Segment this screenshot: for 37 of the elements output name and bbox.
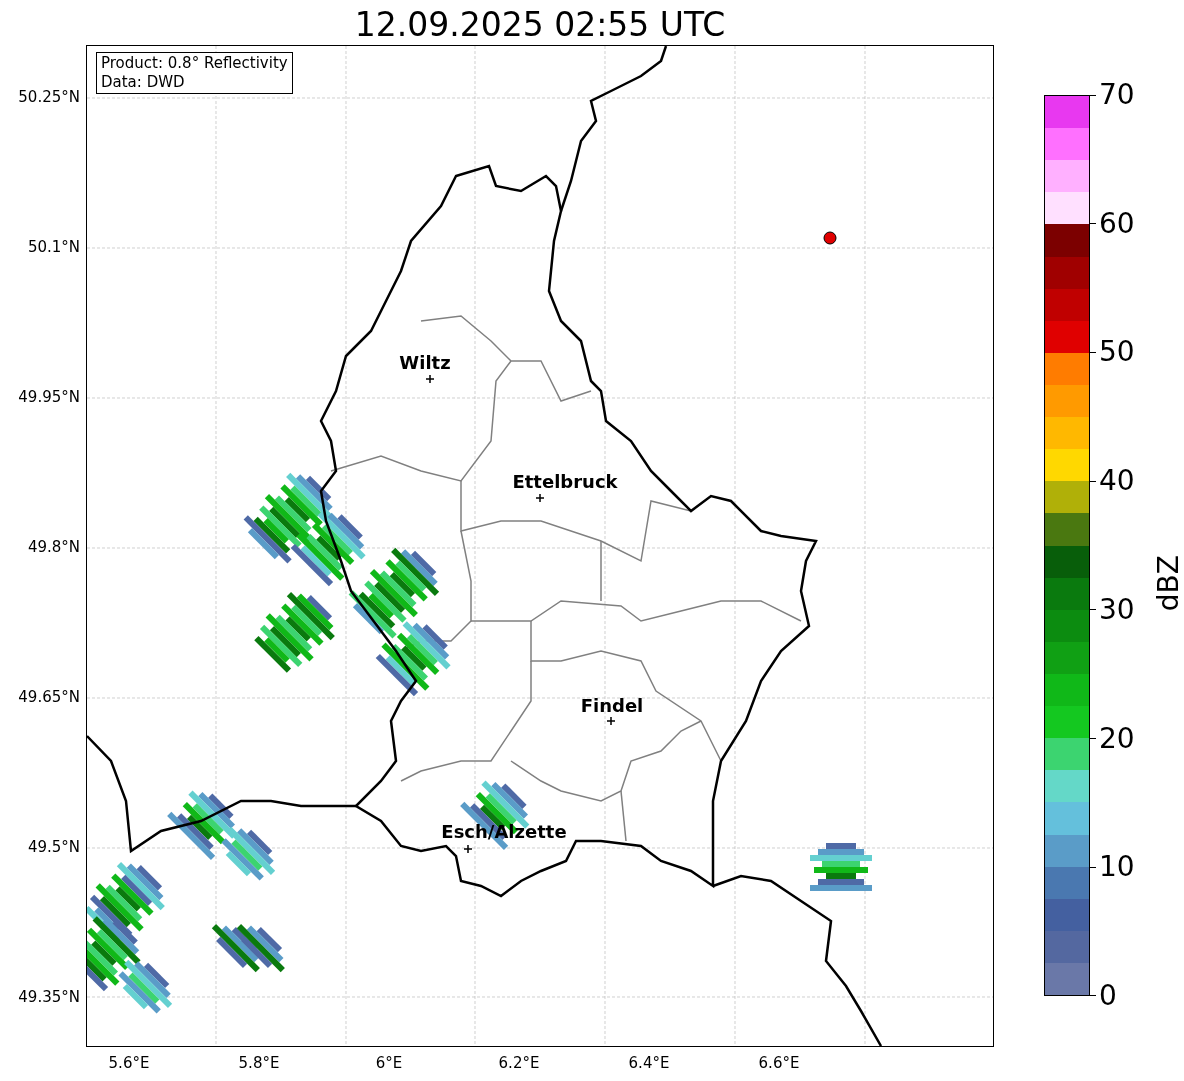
colorbar-tick-label: 30 (1098, 594, 1135, 625)
latitude-label: 49.5°N (27, 837, 80, 857)
latitude-label: 49.95°N (18, 387, 80, 407)
colorbar-tick-label: 70 (1098, 80, 1135, 110)
city-label: Findel (580, 695, 644, 717)
radar-site-marker-icon (823, 231, 837, 245)
longitude-label: 5.8°E (237, 1053, 281, 1073)
map-title: 12.09.2025 02:55 UTC (354, 5, 726, 45)
colorbar-label: dBZ (1152, 554, 1184, 612)
latitude-label: 49.8°N (27, 537, 80, 557)
longitude-label: 6.2°E (497, 1053, 541, 1073)
longitude-label: 6°E (374, 1053, 404, 1073)
latitude-label: 49.65°N (18, 687, 80, 707)
colorbar-tick-label: 10 (1098, 852, 1135, 883)
latitude-label: 50.1°N (27, 237, 80, 257)
city-label: Ettelbruck (512, 471, 618, 493)
colorbar-tick-label: 60 (1098, 208, 1135, 239)
info-text: Product: 0.8° Reflectivity (101, 54, 288, 73)
radar-echo-drawing (810, 843, 872, 891)
info-text: Data: DWD (101, 73, 186, 92)
city-label: Wiltz (399, 352, 451, 374)
colorbar-tick-label: 50 (1098, 337, 1135, 368)
longitude-label: 6.6°E (757, 1053, 801, 1073)
city-marker-icon (607, 717, 615, 725)
radar-echo-drawing (167, 790, 237, 860)
city-marker-icon (464, 845, 472, 853)
city-marker-icon (536, 494, 544, 502)
colorbar-tick-label: 40 (1098, 466, 1135, 497)
radar-echo-drawing (118, 959, 173, 1014)
latitude-label: 50.25°N (18, 87, 80, 107)
colorbar-tick-label: 0 (1098, 980, 1117, 1011)
city-marker-icon (426, 375, 434, 383)
latitude-label: 49.35°N (18, 987, 80, 1007)
radar-echo-drawing (221, 826, 276, 881)
colorbar-tick-label: 20 (1098, 723, 1135, 754)
longitude-label: 6.4°E (627, 1053, 671, 1073)
longitude-label: 5.6°E (107, 1053, 151, 1073)
